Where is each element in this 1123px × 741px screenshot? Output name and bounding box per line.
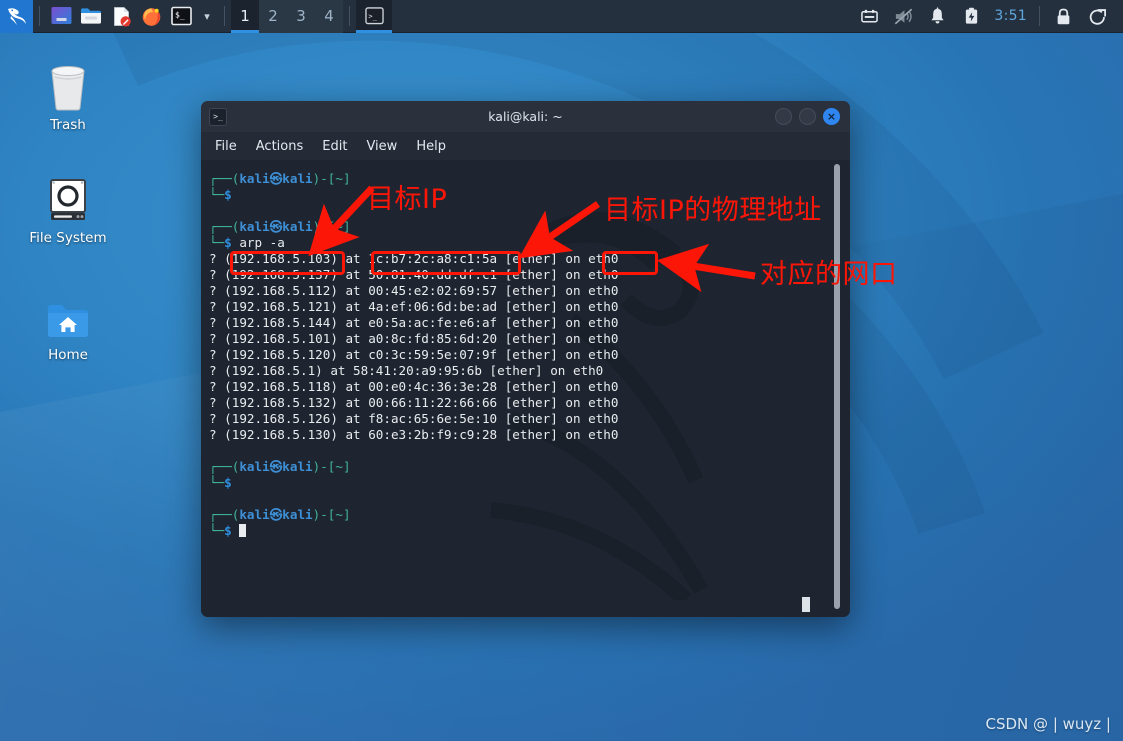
workspace-3[interactable]: 3 (287, 0, 315, 33)
workspace-1[interactable]: 1 (231, 0, 259, 33)
launcher-file-manager[interactable] (76, 0, 106, 33)
annotation-arrows (308, 185, 756, 293)
launcher-text-editor[interactable] (106, 0, 136, 33)
folder-icon (81, 8, 101, 24)
terminal-icon: $_ (170, 6, 192, 26)
workspace-switcher: 1 2 3 4 (231, 0, 343, 33)
launcher-app-finder[interactable] (46, 0, 76, 33)
logout-icon[interactable] (1080, 0, 1114, 33)
arrow-interface (656, 243, 756, 293)
panel-separator (1039, 6, 1040, 26)
battery-icon[interactable] (954, 0, 988, 33)
launcher-firefox[interactable] (136, 0, 166, 33)
panel-separator (349, 6, 350, 26)
clock[interactable]: 3:51 (988, 8, 1033, 24)
panel-separator (224, 6, 225, 26)
watermark: CSDN @ | wuyz | (985, 715, 1111, 733)
system-tray: 3:51 (852, 0, 1123, 33)
lock-icon[interactable] (1046, 0, 1080, 33)
arrow-mac-address (518, 201, 600, 259)
app-finder-icon (51, 7, 71, 24)
terminal-icon: >_ (364, 7, 384, 25)
taskbar-window-terminal[interactable]: >_ (356, 0, 392, 33)
network-icon[interactable] (852, 0, 886, 33)
kali-dragon-icon (7, 8, 26, 25)
svg-text:>_: >_ (368, 11, 377, 20)
svg-text:$_: $_ (175, 11, 185, 20)
chevron-down-icon[interactable]: ▾ (196, 0, 218, 33)
top-panel: $_ ▾ 1 2 3 4 >_ 3:51 (0, 0, 1123, 33)
bell-icon[interactable] (920, 0, 954, 33)
workspace-2[interactable]: 2 (259, 0, 287, 33)
kali-menu-button[interactable] (0, 0, 33, 33)
firefox-icon (142, 7, 160, 26)
text-editor-icon (113, 6, 131, 26)
launcher-terminal[interactable]: $_ (166, 0, 196, 33)
volume-muted-icon[interactable] (886, 0, 920, 33)
workspace-4[interactable]: 4 (315, 0, 343, 33)
panel-separator (39, 6, 40, 26)
arrow-target-ip (308, 185, 375, 257)
